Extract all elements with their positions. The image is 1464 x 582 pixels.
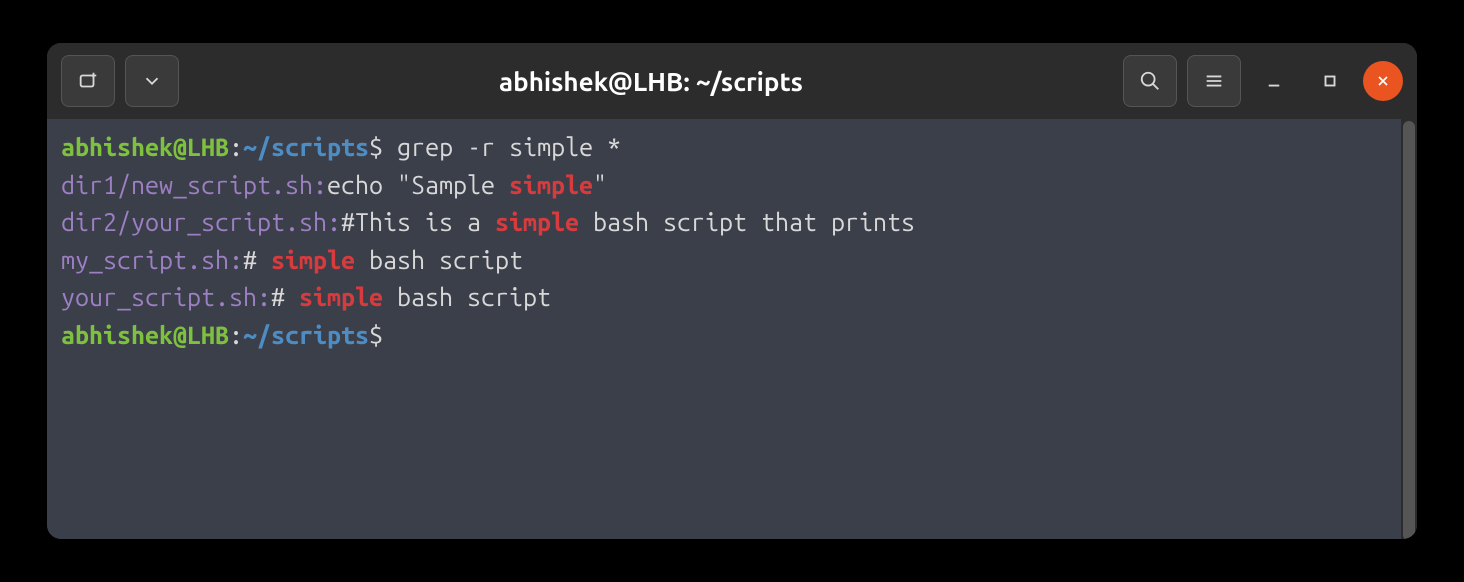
menu-button[interactable] bbox=[1187, 55, 1241, 107]
prompt-user: abhishek@LHB bbox=[61, 133, 229, 161]
search-icon bbox=[1139, 70, 1161, 92]
prompt-separator: : bbox=[229, 321, 243, 349]
terminal-line: your_script.sh:# simple bash script bbox=[61, 279, 1403, 317]
chevron-down-icon bbox=[141, 70, 163, 92]
close-icon bbox=[1375, 73, 1391, 89]
grep-text: # bbox=[243, 246, 271, 274]
new-tab-icon bbox=[77, 70, 99, 92]
grep-match: simple bbox=[495, 208, 579, 236]
hamburger-icon bbox=[1203, 70, 1225, 92]
dropdown-button[interactable] bbox=[125, 55, 179, 107]
minimize-icon bbox=[1265, 72, 1283, 90]
terminal-body[interactable]: abhishek@LHB:~/scripts$ grep -r simple *… bbox=[47, 119, 1417, 539]
grep-filename: dir2/your_script.sh: bbox=[61, 208, 341, 236]
titlebar-right-controls bbox=[1123, 55, 1403, 107]
prompt-path: ~/scripts bbox=[243, 133, 369, 161]
search-button[interactable] bbox=[1123, 55, 1177, 107]
grep-text: echo "Sample bbox=[327, 171, 509, 199]
titlebar-left-controls bbox=[61, 55, 179, 107]
grep-text: bash script bbox=[355, 246, 523, 274]
prompt-user: abhishek@LHB bbox=[61, 321, 229, 349]
grep-text: " bbox=[593, 171, 607, 199]
grep-match: simple bbox=[509, 171, 593, 199]
terminal-line: dir1/new_script.sh:echo "Sample simple" bbox=[61, 167, 1403, 205]
maximize-icon bbox=[1321, 72, 1339, 90]
scrollbar[interactable] bbox=[1401, 119, 1417, 539]
terminal-line: abhishek@LHB:~/scripts$ bbox=[61, 317, 1403, 355]
scrollbar-thumb[interactable] bbox=[1403, 121, 1415, 539]
minimize-button[interactable] bbox=[1251, 58, 1297, 104]
grep-filename: your_script.sh: bbox=[61, 283, 271, 311]
grep-filename: dir1/new_script.sh: bbox=[61, 171, 327, 199]
prompt-path: ~/scripts bbox=[243, 321, 369, 349]
terminal-line: dir2/your_script.sh:#This is a simple ba… bbox=[61, 204, 1403, 242]
terminal-line: my_script.sh:# simple bash script bbox=[61, 242, 1403, 280]
grep-match: simple bbox=[271, 246, 355, 274]
grep-text: # bbox=[271, 283, 299, 311]
maximize-button[interactable] bbox=[1307, 58, 1353, 104]
grep-text: bash script bbox=[383, 283, 551, 311]
grep-text: #This is a bbox=[341, 208, 495, 236]
prompt-separator: : bbox=[229, 133, 243, 161]
window-title: abhishek@LHB: ~/scripts bbox=[179, 67, 1123, 96]
command-text: grep -r simple * bbox=[383, 133, 621, 161]
terminal-line: abhishek@LHB:~/scripts$ grep -r simple * bbox=[61, 129, 1403, 167]
grep-filename: my_script.sh: bbox=[61, 246, 243, 274]
titlebar: abhishek@LHB: ~/scripts bbox=[47, 43, 1417, 119]
terminal-window: abhishek@LHB: ~/scripts bbox=[47, 43, 1417, 539]
prompt-symbol: $ bbox=[369, 321, 383, 349]
new-tab-button[interactable] bbox=[61, 55, 115, 107]
grep-text: bash script that prints bbox=[579, 208, 915, 236]
prompt-symbol: $ bbox=[369, 133, 383, 161]
grep-match: simple bbox=[299, 283, 383, 311]
close-button[interactable] bbox=[1363, 61, 1403, 101]
